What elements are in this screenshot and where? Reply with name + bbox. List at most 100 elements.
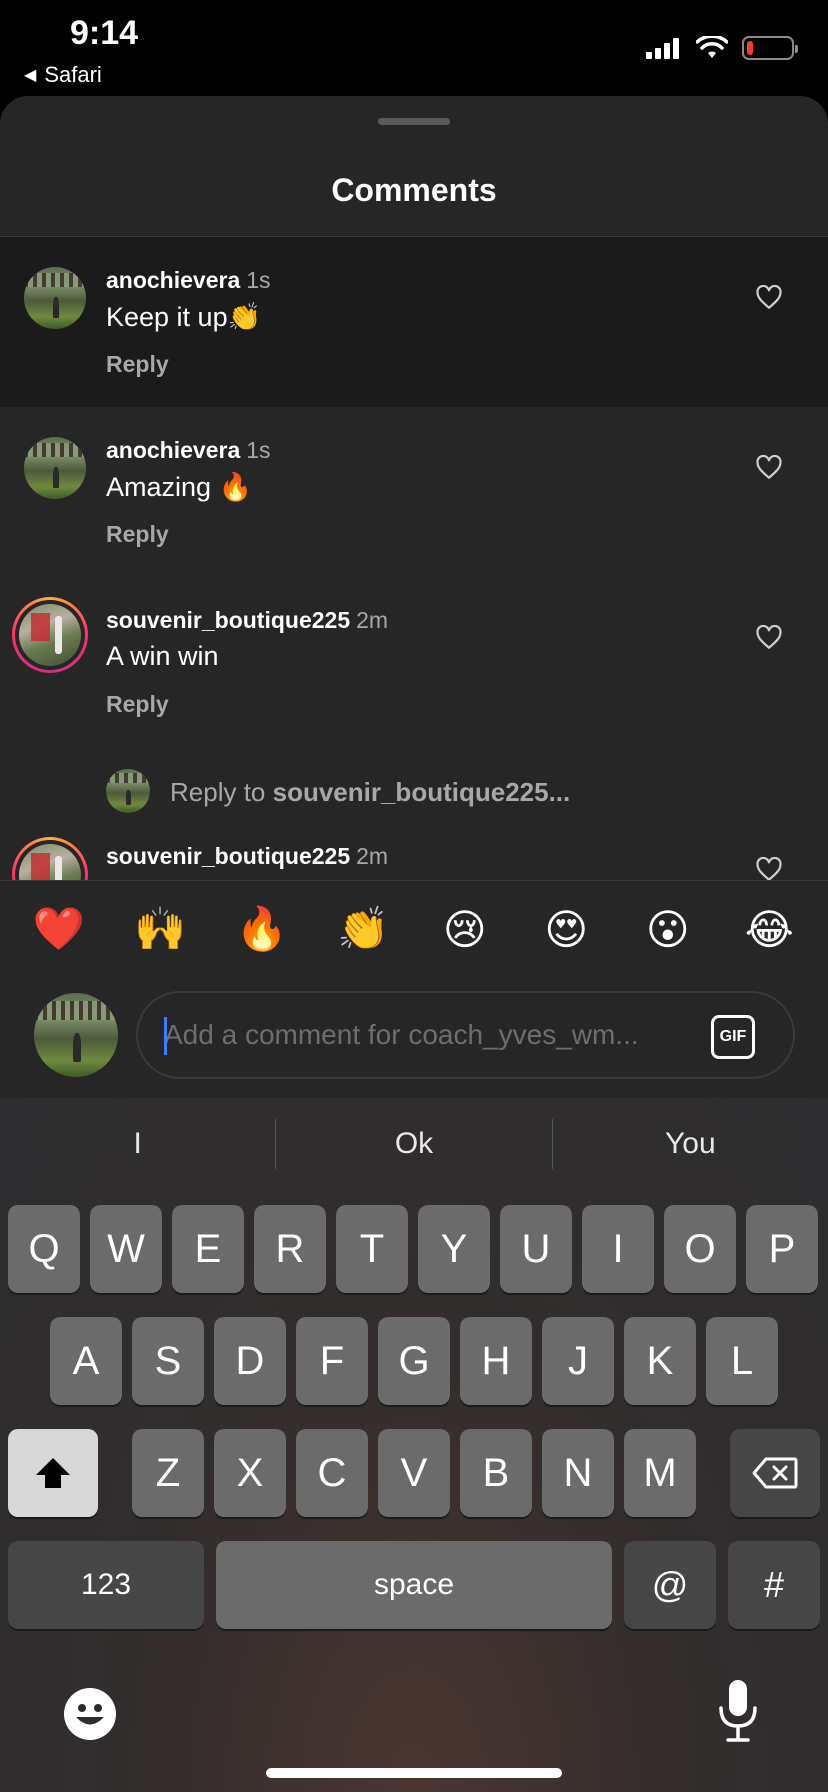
emoji-surprised-button[interactable]: 😮 bbox=[628, 905, 708, 954]
comment-username[interactable]: souvenir_boutique225 bbox=[106, 607, 350, 633]
avatar-photo bbox=[19, 844, 81, 880]
backspace-icon bbox=[752, 1457, 798, 1489]
key-g[interactable]: G bbox=[378, 1317, 450, 1405]
key-j[interactable]: J bbox=[542, 1317, 614, 1405]
space-key[interactable]: space bbox=[216, 1541, 612, 1629]
comment-input-row: Add a comment for coach_yves_wm... GIF bbox=[0, 977, 828, 1098]
heart-icon[interactable] bbox=[756, 857, 782, 880]
reply-to-user: souvenir_boutique225... bbox=[272, 777, 571, 807]
status-bar: 9:14 ◀ Safari bbox=[0, 0, 828, 96]
avatar-story-ring[interactable] bbox=[12, 597, 88, 673]
quick-emoji-bar: ❤️ 🙌 🔥 👏 😢 😍 😮 😂 bbox=[0, 881, 828, 977]
reply-button[interactable]: Reply bbox=[106, 521, 169, 548]
avatar-photo bbox=[24, 437, 86, 499]
back-triangle-icon: ◀ bbox=[24, 67, 37, 84]
comment-header: anochievera 1s bbox=[106, 267, 271, 294]
emoji-laughing-button[interactable]: 😂 bbox=[729, 905, 809, 954]
key-p[interactable]: P bbox=[746, 1205, 818, 1293]
comment-input-placeholder: Add a comment for coach_yves_wm... bbox=[164, 1019, 639, 1050]
at-key[interactable]: @ bbox=[624, 1541, 716, 1629]
key-u[interactable]: U bbox=[500, 1205, 572, 1293]
signal-icon bbox=[646, 38, 679, 59]
predictive-bar: I Ok You bbox=[0, 1110, 828, 1178]
shift-icon bbox=[36, 1458, 70, 1488]
comments-sheet: Comments anochievera 1s Keep it up👏 Reply… bbox=[0, 96, 828, 1098]
key-x[interactable]: X bbox=[214, 1429, 286, 1517]
gif-icon[interactable]: GIF bbox=[711, 1015, 755, 1059]
heart-icon[interactable] bbox=[756, 625, 782, 651]
suggestion[interactable]: I bbox=[0, 1110, 275, 1178]
comment-time: 1s bbox=[246, 437, 271, 463]
key-f[interactable]: F bbox=[296, 1317, 368, 1405]
home-indicator[interactable] bbox=[266, 1768, 562, 1778]
avatar-photo bbox=[106, 769, 150, 813]
emoji-heart-button[interactable]: ❤️ bbox=[19, 904, 99, 954]
suggestion[interactable]: You bbox=[553, 1110, 828, 1178]
hash-key[interactable]: # bbox=[728, 1541, 820, 1629]
key-r[interactable]: R bbox=[254, 1205, 326, 1293]
emoji-heart-eyes-button[interactable]: 😍 bbox=[526, 905, 606, 954]
avatar-story-ring[interactable] bbox=[12, 837, 88, 880]
avatar[interactable] bbox=[24, 437, 86, 499]
key-b[interactable]: B bbox=[460, 1429, 532, 1517]
status-icons bbox=[646, 36, 798, 60]
back-to-safari[interactable]: ◀ Safari bbox=[24, 62, 102, 88]
comment-username[interactable]: souvenir_boutique225 bbox=[106, 843, 350, 869]
comments-list[interactable]: anochievera 1s Keep it up👏 Reply anochiev… bbox=[0, 237, 828, 880]
backspace-key[interactable] bbox=[730, 1429, 820, 1517]
key-h[interactable]: H bbox=[460, 1317, 532, 1405]
emoji-crying-button[interactable]: 😢 bbox=[425, 905, 505, 954]
sheet-grabber[interactable] bbox=[378, 118, 450, 125]
comment-item: souvenir_boutique225 2m A win win Reply bbox=[0, 577, 828, 747]
reply-button[interactable]: Reply bbox=[106, 691, 169, 718]
key-e[interactable]: E bbox=[172, 1205, 244, 1293]
keyboard: I Ok You Q W E R T Y U I O P A S D F G H… bbox=[0, 1098, 828, 1792]
heart-icon[interactable] bbox=[756, 285, 782, 311]
emoji-raised-hands-button[interactable]: 🙌 bbox=[120, 904, 200, 954]
key-q[interactable]: Q bbox=[8, 1205, 80, 1293]
key-n[interactable]: N bbox=[542, 1429, 614, 1517]
back-label: Safari bbox=[44, 62, 102, 87]
reply-to-box[interactable]: Reply to souvenir_boutique225... bbox=[0, 747, 828, 831]
emoji-clap-button[interactable]: 👏 bbox=[323, 904, 403, 954]
reply-avatar bbox=[106, 769, 150, 813]
text-caret bbox=[164, 1017, 167, 1055]
key-l[interactable]: L bbox=[706, 1317, 778, 1405]
comment-time: 2m bbox=[356, 607, 389, 633]
heart-icon[interactable] bbox=[756, 455, 782, 481]
key-k[interactable]: K bbox=[624, 1317, 696, 1405]
status-time: 9:14 bbox=[70, 14, 139, 52]
emoji-fire-button[interactable]: 🔥 bbox=[222, 904, 302, 954]
key-v[interactable]: V bbox=[378, 1429, 450, 1517]
shift-key[interactable] bbox=[8, 1429, 98, 1517]
screen: 9:14 ◀ Safari Comments anochievera 1s Ke… bbox=[0, 0, 828, 1792]
key-s[interactable]: S bbox=[132, 1317, 204, 1405]
reply-to-prefix: Reply to bbox=[170, 777, 273, 807]
key-a[interactable]: A bbox=[50, 1317, 122, 1405]
sheet-title: Comments bbox=[331, 172, 497, 208]
comment-username[interactable]: anochievera bbox=[106, 267, 240, 293]
key-i[interactable]: I bbox=[582, 1205, 654, 1293]
key-y[interactable]: Y bbox=[418, 1205, 490, 1293]
key-t[interactable]: T bbox=[336, 1205, 408, 1293]
avatar-photo bbox=[19, 604, 81, 666]
emoji-keyboard-icon[interactable] bbox=[62, 1686, 118, 1742]
comment-input[interactable]: Add a comment for coach_yves_wm... GIF bbox=[136, 991, 795, 1079]
key-m[interactable]: M bbox=[624, 1429, 696, 1517]
avatar-photo bbox=[24, 267, 86, 329]
comment-header: anochievera 1s bbox=[106, 437, 271, 464]
avatar[interactable] bbox=[24, 267, 86, 329]
key-z[interactable]: Z bbox=[132, 1429, 204, 1517]
comment-text: Amazing 🔥 bbox=[106, 472, 253, 502]
comment-item: anochievera 1s Keep it up👏 Reply bbox=[0, 237, 828, 407]
reply-button[interactable]: Reply bbox=[106, 351, 169, 378]
battery-icon bbox=[742, 36, 798, 60]
suggestion[interactable]: Ok bbox=[276, 1110, 551, 1178]
key-w[interactable]: W bbox=[90, 1205, 162, 1293]
key-d[interactable]: D bbox=[214, 1317, 286, 1405]
numbers-key[interactable]: 123 bbox=[8, 1541, 204, 1629]
microphone-icon[interactable] bbox=[716, 1678, 760, 1744]
key-c[interactable]: C bbox=[296, 1429, 368, 1517]
comment-username[interactable]: anochievera bbox=[106, 437, 240, 463]
key-o[interactable]: O bbox=[664, 1205, 736, 1293]
